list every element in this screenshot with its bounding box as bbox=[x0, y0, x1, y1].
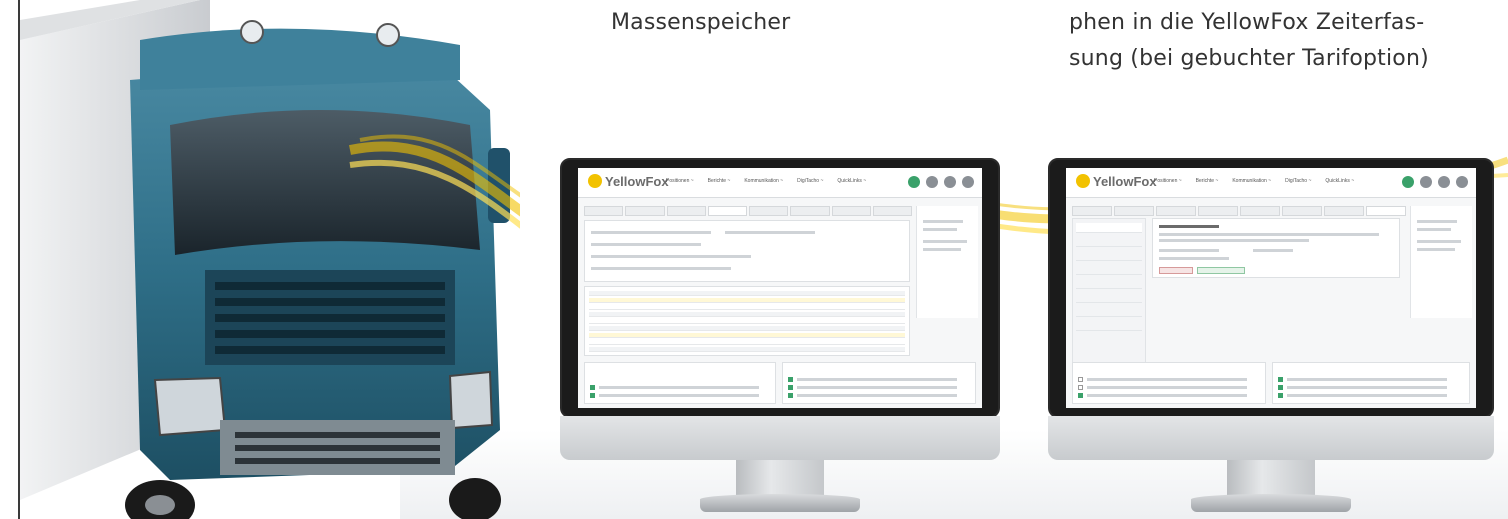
monitor-foot bbox=[700, 494, 860, 512]
monitor-chin bbox=[560, 416, 1000, 460]
nav-item[interactable] bbox=[1076, 307, 1142, 317]
nav-item[interactable] bbox=[1076, 251, 1142, 261]
time-recording-panel bbox=[1152, 218, 1400, 278]
filter-panel bbox=[584, 220, 910, 282]
tab-bar bbox=[584, 206, 912, 216]
monitor-left: YellowFox Positionen ~ Berichte ~ Kommun… bbox=[560, 158, 1000, 519]
menu-quicklinks[interactable]: QuickLinks ~ bbox=[1325, 178, 1354, 184]
tab-active[interactable] bbox=[707, 206, 747, 216]
tab[interactable] bbox=[1282, 206, 1322, 216]
messages-widget bbox=[782, 362, 976, 404]
app-logo: YellowFox bbox=[588, 174, 669, 189]
user-icon[interactable] bbox=[1456, 176, 1468, 188]
menu-positions[interactable]: Positionen ~ bbox=[666, 178, 694, 184]
tab[interactable] bbox=[584, 206, 624, 216]
tab-bar bbox=[1072, 206, 1406, 216]
caption-line-2: sung (bei gebuchter Tarifoption) bbox=[1069, 46, 1429, 71]
settings-icon[interactable] bbox=[1438, 176, 1450, 188]
settings-icon[interactable] bbox=[944, 176, 956, 188]
caption-mass-storage: Massenspeicher bbox=[611, 10, 791, 35]
tab[interactable] bbox=[749, 206, 789, 216]
menu-communication[interactable]: Kommunikation ~ bbox=[744, 178, 783, 184]
monitor-foot bbox=[1191, 494, 1351, 512]
message-icon[interactable] bbox=[926, 176, 938, 188]
app-logo: YellowFox bbox=[1076, 174, 1157, 189]
nav-item[interactable] bbox=[1076, 293, 1142, 303]
tab[interactable] bbox=[1072, 206, 1112, 216]
quicklinks-sidebar bbox=[916, 206, 978, 318]
caption-line-1: phen in die YellowFox Zeiterfas- bbox=[1069, 10, 1425, 35]
topbar-icons bbox=[1402, 176, 1468, 188]
nav-item[interactable] bbox=[1076, 223, 1142, 233]
message-icon[interactable] bbox=[1420, 176, 1432, 188]
nav-item[interactable] bbox=[1076, 279, 1142, 289]
menu-communication[interactable]: Kommunikation ~ bbox=[1232, 178, 1271, 184]
nav-item[interactable] bbox=[1076, 237, 1142, 247]
tab[interactable] bbox=[872, 206, 912, 216]
tab[interactable] bbox=[831, 206, 871, 216]
truck-image bbox=[20, 0, 520, 519]
menu-quicklinks[interactable]: QuickLinks ~ bbox=[837, 178, 866, 184]
menu-digitacho[interactable]: DigiTacho ~ bbox=[797, 178, 823, 184]
status-icon[interactable] bbox=[1402, 176, 1414, 188]
messages-widget bbox=[1272, 362, 1470, 404]
quicklinks-sidebar bbox=[1410, 206, 1472, 318]
menu-positions[interactable]: Positionen ~ bbox=[1154, 178, 1182, 184]
monitor-screen: YellowFox Positionen ~ Berichte ~ Kommun… bbox=[1066, 168, 1476, 408]
monitor-screen: YellowFox Positionen ~ Berichte ~ Kommun… bbox=[578, 168, 982, 408]
settings-nav bbox=[1072, 218, 1146, 378]
tab-active[interactable] bbox=[1366, 206, 1406, 216]
tab[interactable] bbox=[790, 206, 830, 216]
menu-reports[interactable]: Berichte ~ bbox=[1196, 178, 1219, 184]
app-topbar: YellowFox Positionen ~ Berichte ~ Kommun… bbox=[1066, 168, 1476, 198]
tab[interactable] bbox=[1114, 206, 1154, 216]
nav-item[interactable] bbox=[1076, 265, 1142, 275]
tab[interactable] bbox=[666, 206, 706, 216]
app-menu: Positionen ~ Berichte ~ Kommunikation ~ … bbox=[666, 178, 866, 184]
delete-button[interactable] bbox=[1159, 267, 1193, 274]
results-table bbox=[584, 286, 910, 356]
app-topbar: YellowFox Positionen ~ Berichte ~ Kommun… bbox=[578, 168, 982, 198]
nav-item[interactable] bbox=[1076, 321, 1142, 331]
save-configuration-button[interactable] bbox=[1197, 267, 1245, 274]
user-icon[interactable] bbox=[962, 176, 974, 188]
menu-digitacho[interactable]: DigiTacho ~ bbox=[1285, 178, 1311, 184]
tab[interactable] bbox=[625, 206, 665, 216]
tab[interactable] bbox=[1198, 206, 1238, 216]
app-menu: Positionen ~ Berichte ~ Kommunikation ~ … bbox=[1154, 178, 1354, 184]
caption-time-recording: phen in die YellowFox Zeiterfas- sung (b… bbox=[1069, 5, 1499, 77]
orders-widget bbox=[1072, 362, 1266, 404]
topbar-icons bbox=[908, 176, 974, 188]
orders-widget bbox=[584, 362, 776, 404]
monitor-right: YellowFox Positionen ~ Berichte ~ Kommun… bbox=[1048, 158, 1494, 519]
tab[interactable] bbox=[1240, 206, 1280, 216]
status-icon[interactable] bbox=[908, 176, 920, 188]
monitor-chin bbox=[1048, 416, 1494, 460]
tab[interactable] bbox=[1324, 206, 1364, 216]
tab[interactable] bbox=[1156, 206, 1196, 216]
menu-reports[interactable]: Berichte ~ bbox=[708, 178, 731, 184]
